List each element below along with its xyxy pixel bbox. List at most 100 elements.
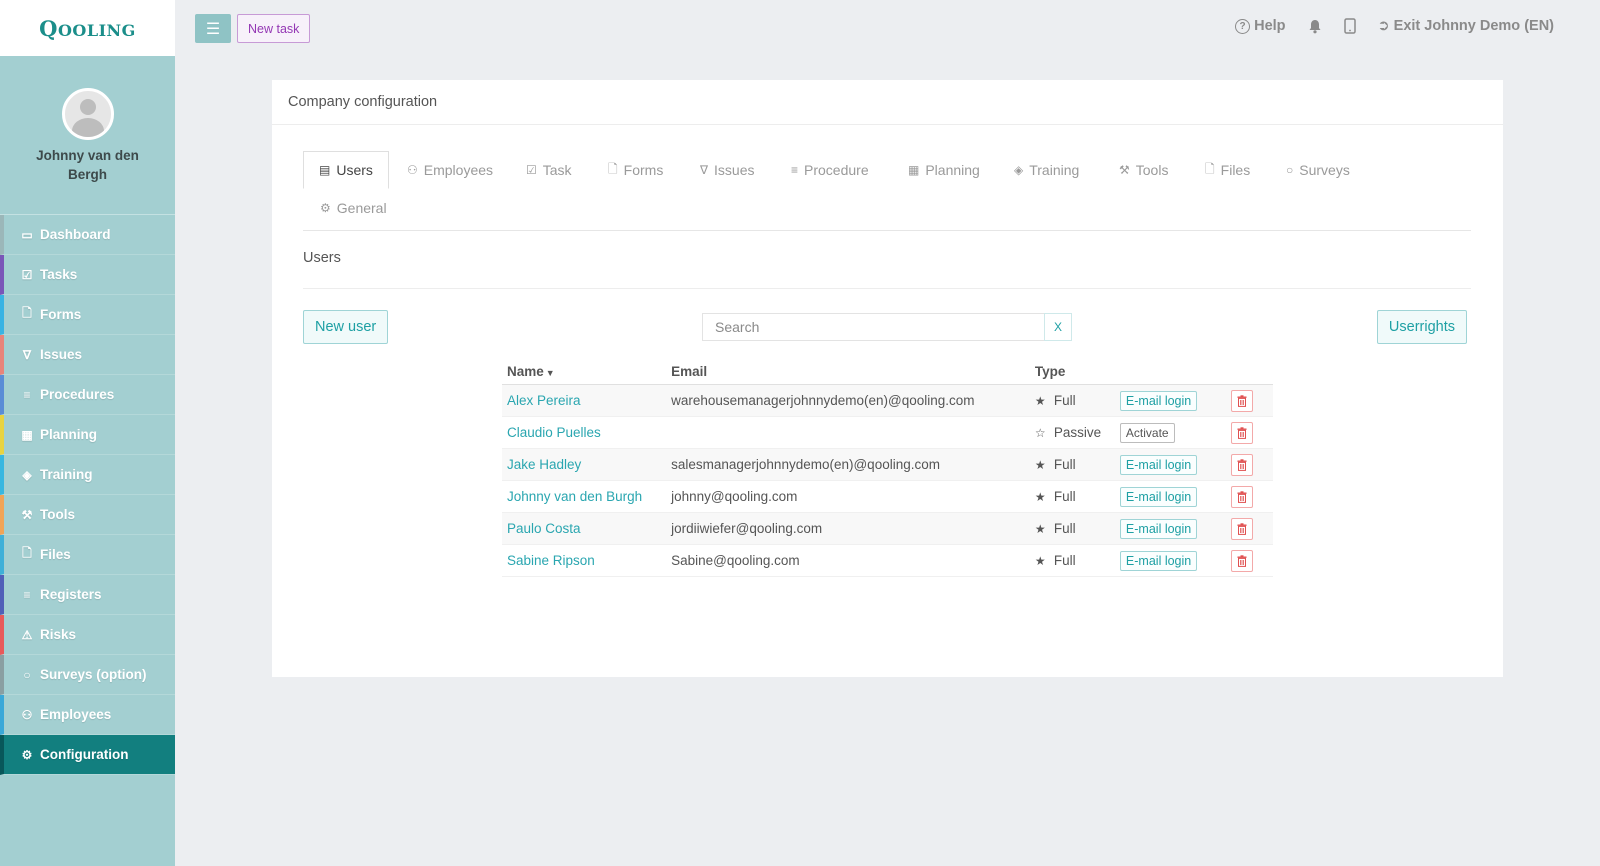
user-name-link[interactable]: Jake Hadley [507,457,581,472]
hamburger-icon: ☰ [205,20,221,38]
tab-files[interactable]: 🗋 Files [1205,151,1250,189]
tab-label: Forms [623,162,664,178]
gear-icon: ⚙ [320,201,331,215]
delete-user-button[interactable] [1231,517,1254,540]
section-title: Users [303,243,1471,289]
sidebar: QOOLING Johnny van den Bergh ▭ Dashboard ☑… [0,0,175,866]
sidebar-item-label: Procedures [40,387,115,402]
sidebar-item-forms[interactable]: 🗋 Forms [0,295,175,335]
question-circle-icon: ? [1235,18,1251,34]
page-title: Company configuration [288,94,438,110]
sidebar-item-risks[interactable]: ⚠ Risks [0,615,175,655]
tab-planning[interactable]: ▦ Planning [908,151,980,189]
tab-issues[interactable]: ∇ Issues [700,151,755,189]
tab-label: Procedure [804,162,869,178]
sidebar-item-planning[interactable]: ▦ Planning [0,415,175,455]
user-delete-cell [1226,480,1273,513]
tab-training[interactable]: ◈ Training [1014,151,1079,189]
user-type-cell: ★ Full [1029,544,1115,577]
user-type: Full [1053,457,1076,472]
sidebar-nav: ▭ Dashboard ☑ Tasks 🗋 Forms ∇ Issues ≡ Procedures… [0,214,175,775]
user-name-link[interactable]: Paulo Costa [507,521,581,536]
user-email: jordiiwiefer@qooling.com [666,512,1030,545]
user-email: salesmanagerjohnnydemo(en)@qooling.com [666,448,1030,481]
user-name-link[interactable]: Alex Pereira [507,393,581,408]
table-row: Johnny van den Burgh johnny@qooling.com ★ F… [502,480,1273,513]
avatar[interactable] [61,88,114,140]
sidebar-item-label: Files [40,547,71,562]
wrench-icon: ⚒ [21,507,33,522]
help-link[interactable]: ? Help [1235,18,1286,34]
sidebar-item-procedures[interactable]: ≡ Procedures [0,375,175,415]
email-login-button[interactable]: E-mail login [1119,486,1198,507]
delete-user-button[interactable] [1231,549,1254,572]
user-profile: Johnny van den Bergh [0,56,175,214]
exit-link[interactable]: ➲ Exit Johnny Demo (EN) [1378,18,1554,34]
notifications-button[interactable] [1308,19,1322,34]
user-type: Full [1053,553,1076,568]
sidebar-item-label: Employees [40,707,112,722]
column-header-email: Email [666,356,1030,385]
logo-area[interactable]: QOOLING [0,0,175,56]
graduation-cap-icon: ◈ [1014,163,1024,177]
configuration-card: Company configuration ▤ Users ⚇ Employees ☑ T… [272,80,1503,677]
topbar: ☰ New task ? Help ➲ Exit Johnny Demo (EN… [175,0,1600,56]
user-type-cell: ★ Full [1029,384,1115,417]
sidebar-item-label: Configuration [40,747,129,762]
sidebar-item-label: Tools [40,507,75,522]
trash-icon [1237,554,1247,567]
tab-general[interactable]: ⚙ General [320,189,387,227]
sidebar-item-tasks[interactable]: ☑ Tasks [0,255,175,295]
tab-surveys[interactable]: ○ Surveys [1286,151,1350,189]
new-user-button[interactable]: New user [303,310,389,344]
search-input[interactable] [702,313,1044,341]
delete-user-button[interactable] [1231,485,1254,508]
email-login-button[interactable]: E-mail login [1119,454,1198,475]
list-icon: ≡ [791,163,799,177]
tab-users[interactable]: ▤ Users [303,151,389,189]
users-icon: ⚇ [407,163,418,177]
sidebar-item-dashboard[interactable]: ▭ Dashboard [0,215,175,255]
delete-user-button[interactable] [1231,389,1254,412]
config-tabs: ▤ Users ⚇ Employees ☑ Task 🗋 Forms ∇ Issues ≡ Proce… [303,151,1471,231]
sidebar-item-label: Forms [40,307,82,322]
users-icon: ⚇ [21,707,33,722]
trash-icon [1237,522,1247,535]
card-header: Company configuration [272,80,1503,125]
user-name-link[interactable]: Claudio Puelles [507,425,601,440]
sidebar-item-registers[interactable]: ≡ Registers [0,575,175,615]
tablet-icon [1343,18,1356,34]
sidebar-item-employees[interactable]: ⚇ Employees [0,695,175,735]
search-clear-button[interactable]: X [1044,313,1072,341]
sidebar-item-configuration[interactable]: ⚙ Configuration [0,735,175,775]
bell-icon: ∇ [700,163,709,177]
sidebar-item-surveys-option[interactable]: ○ Surveys (option) [0,655,175,695]
sidebar-item-files[interactable]: 🗋 Files [0,535,175,575]
email-login-button[interactable]: E-mail login [1119,390,1198,411]
sidebar-item-issues[interactable]: ∇ Issues [0,335,175,375]
user-name-link[interactable]: Johnny van den Burgh [507,489,642,504]
email-login-button[interactable]: E-mail login [1119,550,1198,571]
userrights-button[interactable]: Userrights [1376,310,1467,344]
tab-tools[interactable]: ⚒ Tools [1119,151,1168,189]
tab-label: Task [542,162,572,178]
menu-toggle-button[interactable]: ☰ [195,14,231,43]
tab-task[interactable]: ☑ Task [526,151,572,189]
column-header-name[interactable]: Name ▼ [502,356,667,385]
tab-label: Surveys [1299,162,1350,178]
tab-procedure[interactable]: ≡ Procedure [791,151,869,189]
email-login-button[interactable]: E-mail login [1119,518,1198,539]
delete-user-button[interactable] [1231,421,1254,444]
user-email: warehousemanagerjohnnydemo(en)@qooling.c… [666,384,1030,417]
sidebar-item-label: Dashboard [40,227,111,242]
device-button[interactable] [1343,18,1356,34]
activate-button[interactable]: Activate [1119,422,1175,443]
new-task-button[interactable]: New task [237,14,311,43]
sidebar-item-tools[interactable]: ⚒ Tools [0,495,175,535]
tab-employees[interactable]: ⚇ Employees [407,151,493,189]
user-type-cell: ★ Full [1029,480,1115,513]
delete-user-button[interactable] [1231,453,1254,476]
sidebar-item-training[interactable]: ◈ Training [0,455,175,495]
user-name-link[interactable]: Sabine Ripson [507,553,595,568]
tab-forms[interactable]: 🗋 Forms [608,151,663,189]
